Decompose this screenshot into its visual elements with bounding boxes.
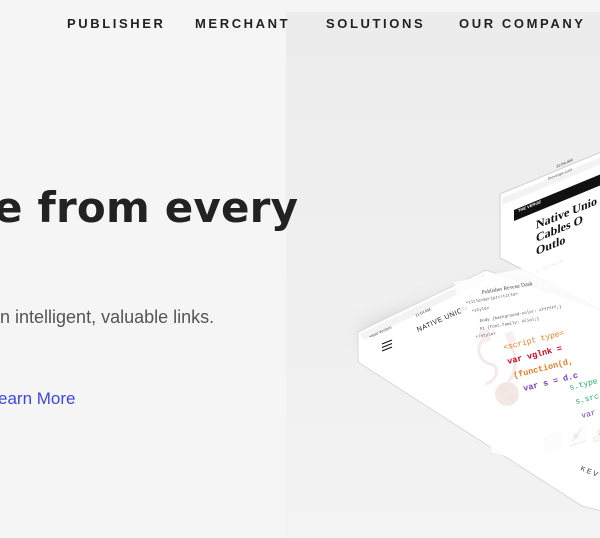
device-mockup-illustration: 11:54 AM theverge.com THE VERGE Native U… (357, 151, 600, 512)
learn-more-link[interactable]: earn More (0, 389, 75, 409)
nav-publisher[interactable]: PUBLISHER (67, 16, 166, 31)
hero-subline: n intelligent, valuable links. (0, 307, 215, 327)
nav-merchant[interactable]: MERCHANT (195, 16, 290, 31)
hero-headline: e from every (0, 183, 299, 232)
